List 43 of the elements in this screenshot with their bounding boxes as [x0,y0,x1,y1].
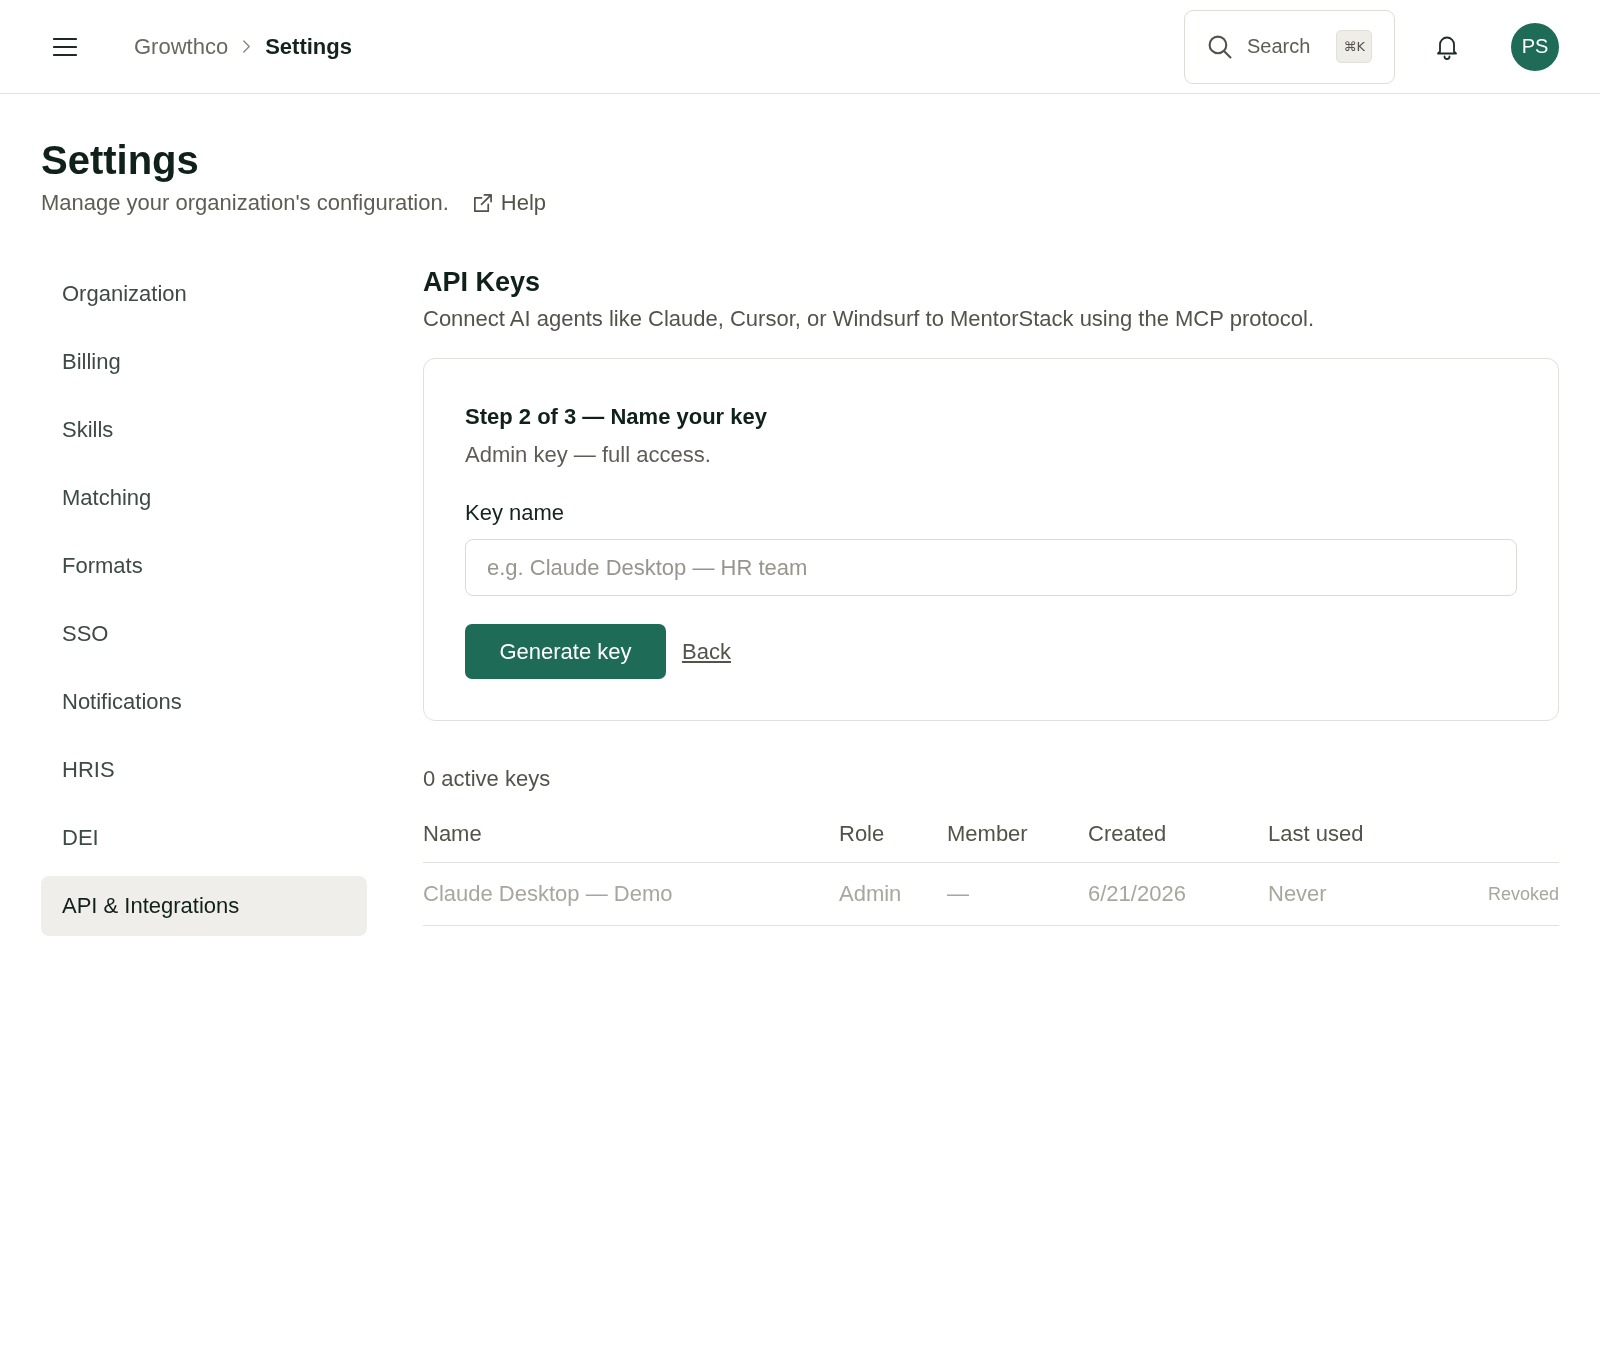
sidebar-item[interactable]: HRIS [41,740,367,800]
page-title: Settings [41,137,200,184]
avatar[interactable]: PS [1511,22,1559,71]
external-link-icon [471,192,493,214]
search-label: Search [1247,35,1312,58]
sidebar-item[interactable]: Matching [41,468,367,528]
column-header: Member [947,821,1029,847]
table-cell-text: — [947,881,970,907]
step-title: Step 2 of 3 — Name your key [465,403,768,431]
column-header: Created [1088,821,1168,847]
help-link[interactable]: Help [471,188,547,218]
search-icon [1207,34,1232,59]
breadcrumb-link[interactable]: Growthco [134,33,229,60]
sidebar-item[interactable]: DEI [41,808,367,868]
section-description: Connect AI agents like Claude, Cursor, or Windsurf to MentorStack using the MCP protocol. [423,305,1316,333]
menu-icon [53,36,77,57]
table-cell-text: Never [1268,881,1328,907]
sidebar-item[interactable]: Notifications [41,672,367,732]
step-note: Admin key — full access. [465,441,712,469]
sidebar-item[interactable]: Organization [41,264,367,324]
field-label: Key name [465,499,566,527]
generate-key-button[interactable]: Generate key [465,624,666,679]
column-header: Name [423,821,483,847]
sidebar-item[interactable]: Formats [41,536,367,596]
chevron-right-icon [242,39,252,54]
column-header: Last used [1268,821,1365,847]
table-cell-text: Admin [839,881,903,907]
back-link[interactable]: Back [682,638,731,665]
column-header: Role [839,821,886,847]
sidebar-item[interactable]: Skills [41,400,367,460]
section-title: API Keys [423,266,542,299]
sidebar-item[interactable]: Billing [41,332,367,392]
table-cell-text: 6/21/2026 [1088,881,1187,907]
sidebar-item[interactable]: API & Integrations [41,876,367,936]
breadcrumb-link[interactable]: Settings [265,33,352,60]
keys-summary: 0 active keys [423,765,552,793]
page-subtitle: Manage your organization's configuration. [41,189,449,217]
key-name-field[interactable]: e.g. Claude Desktop — HR team [465,539,1517,596]
table-cell-text: Claude Desktop — Demo [423,881,674,907]
search-button[interactable]: Search ⌘K [1184,9,1395,84]
shortcut-badge: ⌘K [1336,30,1372,63]
status-label: Revoked [1487,883,1559,905]
sidebar-item[interactable]: SSO [41,604,367,664]
